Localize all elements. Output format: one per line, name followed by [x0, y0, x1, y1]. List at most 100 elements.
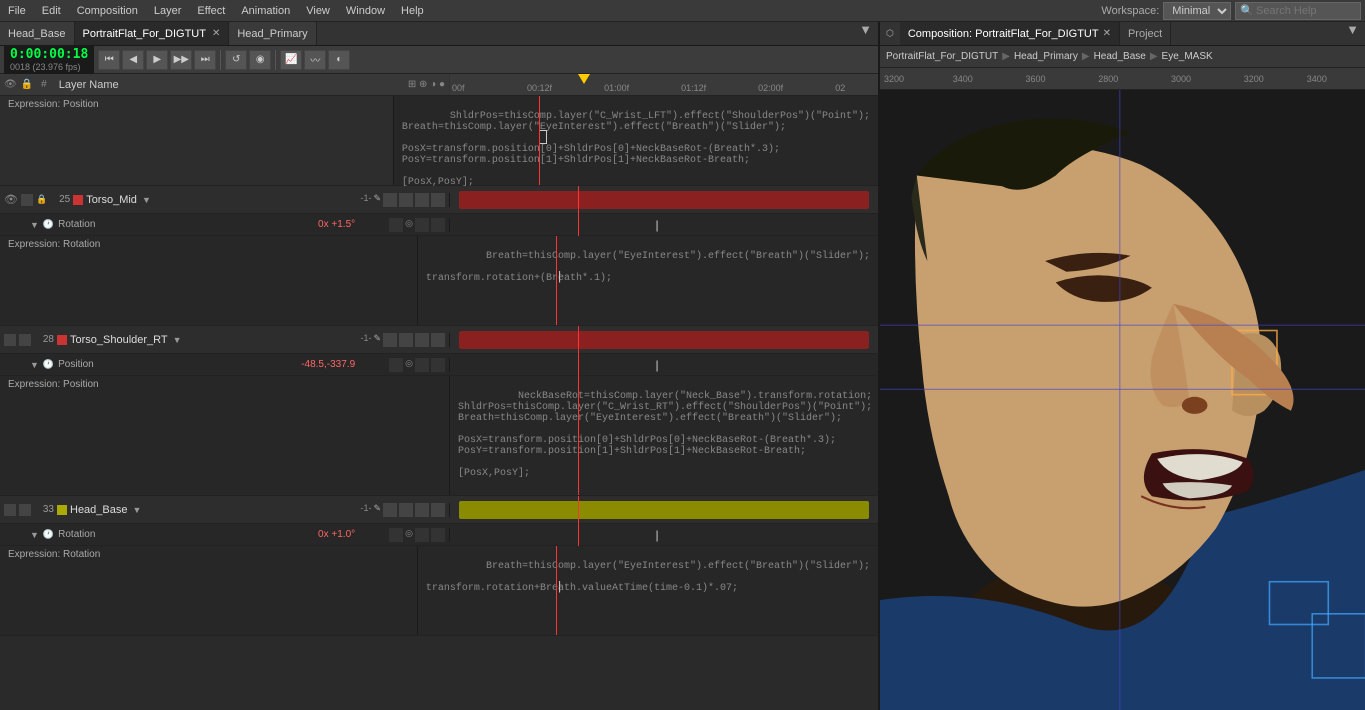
layer-28-check[interactable]	[4, 334, 16, 346]
layer-33-sw2[interactable]: ✎	[373, 503, 381, 517]
layer-28-pos-icon2[interactable]: ◎	[405, 358, 413, 372]
btn-next-frame[interactable]: ▶▶	[170, 50, 192, 70]
btn-preview[interactable]: ◉	[249, 50, 271, 70]
search-help-input[interactable]	[1256, 5, 1356, 17]
layer-28-sw4[interactable]	[399, 333, 413, 347]
layer-28-expr-code[interactable]: NeckBaseRot=thisComp.layer("Neck_Base").…	[450, 376, 878, 495]
layer-28-pos-icon1[interactable]	[389, 358, 403, 372]
expr-position-label-top: Expression: Position	[8, 99, 99, 110]
layer-28-name[interactable]: Torso_Shoulder_RT	[70, 334, 168, 346]
btn-prev-frame[interactable]: ◀	[122, 50, 144, 70]
layer-25-expr-code[interactable]: Breath=thisComp.layer("EyeInterest").eff…	[418, 236, 878, 325]
layer-28-position-value[interactable]: -48.5,-337.9	[301, 359, 355, 370]
tab-head-primary[interactable]: Head_Primary	[229, 22, 316, 45]
layer-33-expr-code[interactable]: Breath=thisComp.layer("EyeInterest").eff…	[418, 546, 878, 635]
menu-view[interactable]: View	[302, 5, 334, 17]
breadcrumb-head-primary[interactable]: Head_Primary	[1014, 51, 1078, 62]
layer-33-sw4[interactable]	[399, 503, 413, 517]
layer-25-rotation-value[interactable]: 0x +1.5°	[318, 219, 355, 230]
breadcrumb-head-base[interactable]: Head_Base	[1094, 51, 1146, 62]
layer-28-solo[interactable]	[19, 334, 31, 346]
layer-28-sw1[interactable]: -1-	[360, 333, 371, 347]
layer-28-sw3[interactable]	[383, 333, 397, 347]
layer-25-expand[interactable]: ▼	[142, 195, 151, 205]
layer-28-expand[interactable]: ▼	[173, 335, 182, 345]
breadcrumb-portraitflat[interactable]: PortraitFlat_For_DIGTUT	[886, 51, 998, 62]
tab-portraitflat-close[interactable]: ✕	[212, 28, 220, 39]
right-panel-minimize[interactable]: ▼	[1340, 22, 1365, 45]
layer-33-rot-icon2[interactable]: ◎	[405, 528, 413, 542]
layer-25-expand-arrow[interactable]: ▼	[30, 220, 39, 230]
timeline-panel: Head_Base PortraitFlat_For_DIGTUT ✕ Head…	[0, 22, 880, 710]
btn-graph[interactable]: 📈	[280, 50, 302, 70]
layer-33-controls: 33 Head_Base ▼ -1- ✎	[0, 503, 450, 517]
menu-file[interactable]: File	[4, 5, 30, 17]
layer-25-sw3[interactable]	[383, 193, 397, 207]
btn-play[interactable]: ▶	[146, 50, 168, 70]
ruler-mark-3200: 3200	[884, 74, 904, 84]
layer-33-expand-arrow[interactable]: ▼	[30, 530, 39, 540]
layer-33-rot-icon3[interactable]	[415, 528, 429, 542]
layer-25-controls: 👁 🔒 25 Torso_Mid ▼ -1- ✎	[0, 193, 450, 207]
menu-edit[interactable]: Edit	[38, 5, 65, 17]
tab-project[interactable]: Project	[1120, 22, 1171, 45]
layer-28-clock-icon[interactable]: 🕐	[43, 359, 54, 370]
ruler-mark-112: 01:12f	[681, 83, 706, 93]
breadcrumb-sep-1: ▶	[1002, 51, 1010, 62]
btn-solo[interactable]: ◐	[328, 50, 350, 70]
layer-25-sw2[interactable]: ✎	[373, 193, 381, 207]
layer-28-sw6[interactable]	[431, 333, 445, 347]
ruler-mark-3400: 3400	[953, 74, 973, 84]
layer-28-sw5[interactable]	[415, 333, 429, 347]
layer-28-expand-arrow[interactable]: ▼	[30, 360, 39, 370]
layer-25-rotation-timeline: |	[450, 214, 878, 236]
layer-25-solo[interactable]	[21, 194, 33, 206]
layer-33-sw5[interactable]	[415, 503, 429, 517]
workspace-dropdown[interactable]: Minimal	[1163, 2, 1231, 20]
layer-33-name[interactable]: Head_Base	[70, 504, 128, 516]
layer-28-pos-icon4[interactable]	[431, 358, 445, 372]
layer-33-check[interactable]	[4, 504, 16, 516]
menu-composition[interactable]: Composition	[73, 5, 142, 17]
layer-28-timeline	[450, 326, 878, 354]
tab-composition[interactable]: Composition: PortraitFlat_For_DIGTUT ✕	[900, 22, 1120, 45]
layer-33-rot-icon4[interactable]	[431, 528, 445, 542]
tab-composition-close[interactable]: ✕	[1103, 28, 1111, 39]
menu-help[interactable]: Help	[397, 5, 428, 17]
layer-33-solo[interactable]	[19, 504, 31, 516]
layer-33-sw1[interactable]: -1-	[360, 503, 371, 517]
btn-motion[interactable]: 〰	[304, 50, 326, 70]
btn-end[interactable]: ⏭	[194, 50, 216, 70]
layer-25-lock[interactable]: 🔒	[36, 194, 47, 205]
layer-33-sw3[interactable]	[383, 503, 397, 517]
visibility-col-icon: 👁	[4, 79, 17, 90]
layer-33-rot-icon1[interactable]	[389, 528, 403, 542]
tab-head-base[interactable]: Head_Base	[0, 22, 75, 45]
menu-layer[interactable]: Layer	[150, 5, 186, 17]
menu-effect[interactable]: Effect	[193, 5, 229, 17]
breadcrumb-eye-mask[interactable]: Eye_MASK	[1162, 51, 1213, 62]
menu-window[interactable]: Window	[342, 5, 389, 17]
tab-composition-label: Composition: PortraitFlat_For_DIGTUT	[908, 28, 1099, 40]
tab-portraitflat[interactable]: PortraitFlat_For_DIGTUT ✕	[75, 22, 230, 45]
layer-25-sw1[interactable]: -1-	[360, 193, 371, 207]
tab-minimize-btn[interactable]: ▼	[853, 22, 878, 45]
ruler-mark-12: 00:12f	[527, 83, 552, 93]
layer-25-name[interactable]: Torso_Mid	[86, 194, 137, 206]
top-expr-code[interactable]: ShldrPos=thisComp.layer("C_Wrist_LFT").e…	[394, 96, 878, 185]
menu-animation[interactable]: Animation	[237, 5, 294, 17]
btn-loop[interactable]: ↺	[225, 50, 247, 70]
layer-33-switches: -1- ✎	[360, 503, 445, 517]
layer-25-visibility[interactable]: 👁	[4, 193, 18, 206]
layer-28-pos-icon3[interactable]	[415, 358, 429, 372]
layer-25-clock-icon[interactable]: 🕐	[43, 219, 54, 230]
btn-home[interactable]: ⏮	[98, 50, 120, 70]
layer-33-expand[interactable]: ▼	[133, 505, 142, 515]
comp-ruler: 3200 3400 3600 2800 3000 3200 3400	[880, 68, 1365, 90]
layer-33-sw6[interactable]	[431, 503, 445, 517]
layer-28-sw2[interactable]: ✎	[373, 333, 381, 347]
layer-33-clock-icon[interactable]: 🕐	[43, 529, 54, 540]
tab-bar: Head_Base PortraitFlat_For_DIGTUT ✕ Head…	[0, 22, 878, 46]
ruler-container: 00f 00:12f 01:00f 01:12f 02:00f 02	[450, 74, 878, 95]
layer-33-rotation-value[interactable]: 0x +1.0°	[318, 529, 355, 540]
